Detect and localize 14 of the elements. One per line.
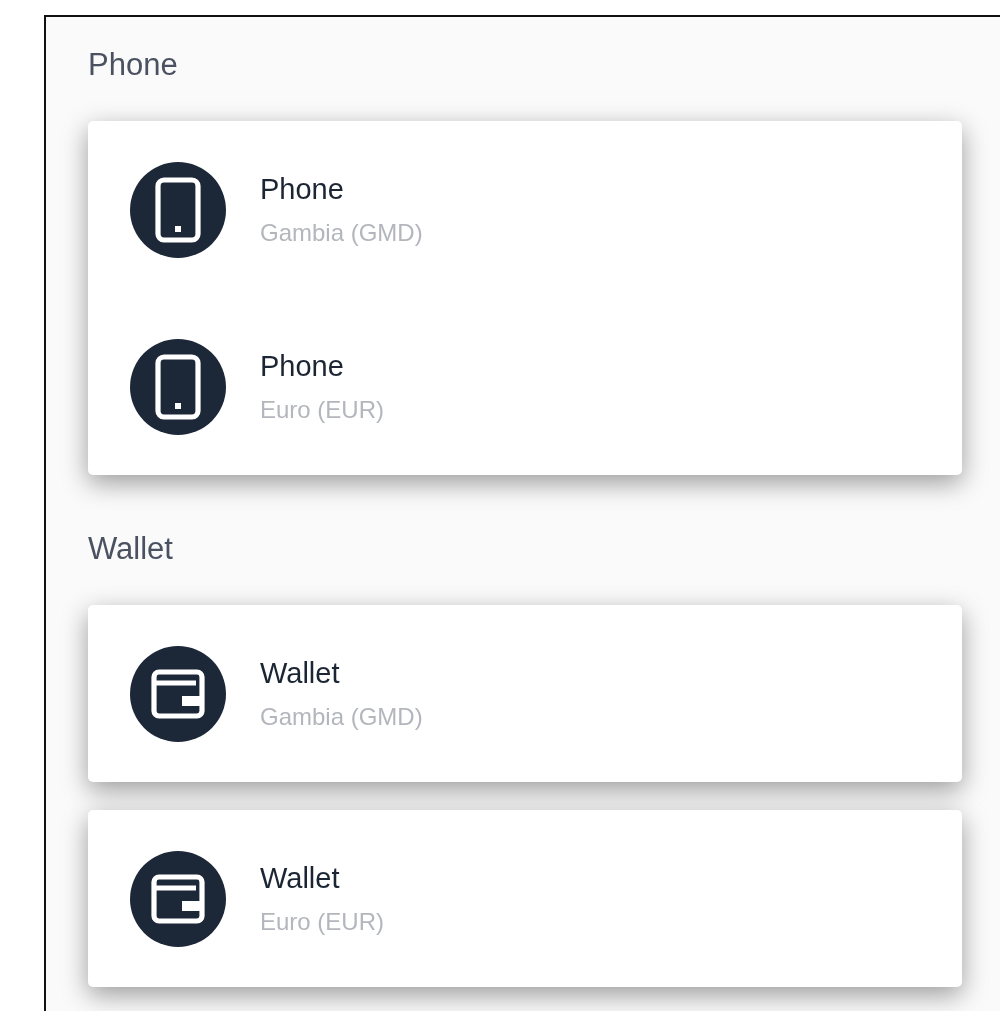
tablet-icon <box>130 339 226 435</box>
account-currency: Euro (EUR) <box>260 908 385 936</box>
section-heading: Phone <box>88 47 179 83</box>
tablet-icon <box>130 162 226 258</box>
section-heading: Wallet <box>88 531 174 567</box>
account-name: Wallet <box>260 862 341 894</box>
account-name: Phone <box>260 350 345 382</box>
account-currency: Gambia (GMD) <box>260 703 423 731</box>
account-name: Wallet <box>260 657 341 689</box>
wallet-icon <box>130 646 226 742</box>
account-currency: Euro (EUR) <box>260 396 385 424</box>
account-name: Phone <box>260 173 345 205</box>
wallet-icon <box>130 851 226 947</box>
account-currency: Gambia (GMD) <box>260 219 423 247</box>
